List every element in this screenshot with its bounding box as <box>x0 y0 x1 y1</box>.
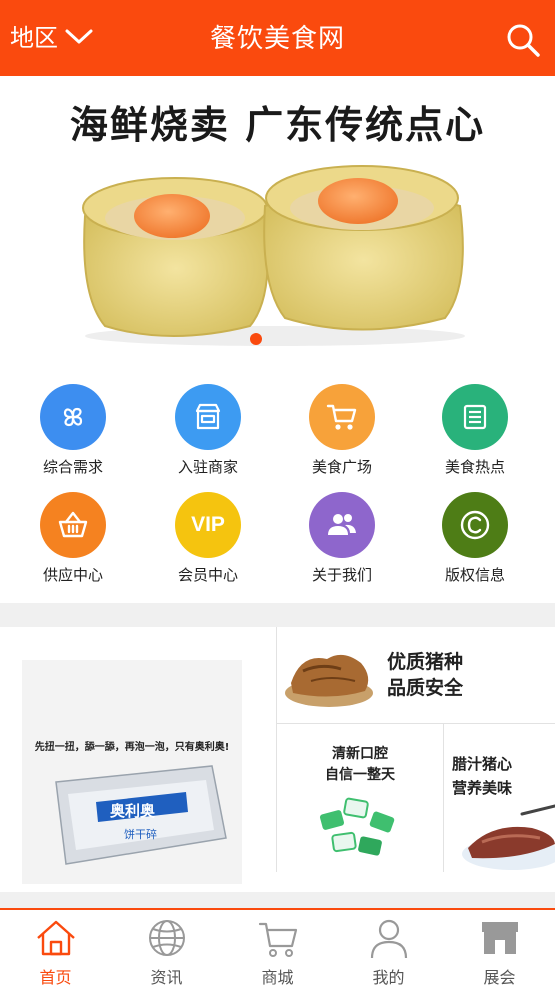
nav-item-news[interactable]: 资讯 <box>111 910 222 992</box>
grid-item-comprehensive-needs[interactable]: 综合需求 <box>4 384 142 494</box>
carousel-indicator-active[interactable] <box>250 333 262 345</box>
nav-item-home[interactable]: 首页 <box>0 910 111 992</box>
app-header: 地区 餐饮美食网 <box>0 0 555 76</box>
section-gap <box>0 892 555 908</box>
promo-mints-card[interactable]: 清新口腔 自信一整天 <box>277 724 443 872</box>
grid-label: 入驻商家 <box>177 458 238 476</box>
grid-label: 美食热点 <box>444 458 505 476</box>
promo-pork-card[interactable]: 优质猪种 品质安全 <box>277 627 555 723</box>
grid-item-about-us[interactable]: 关于我们 <box>273 492 411 602</box>
grid-label: 供应中心 <box>42 566 103 584</box>
banner-carousel[interactable]: 海鲜烧卖 广东传统点心 <box>0 76 555 360</box>
promo-pig-heart-line2: 营养美味 <box>452 779 513 797</box>
shumai-dumplings-image <box>82 165 465 346</box>
copyright-icon <box>442 492 508 558</box>
people-icon <box>309 492 375 558</box>
user-icon <box>370 919 407 959</box>
promo-pork-line2: 品质安全 <box>387 677 464 699</box>
grid-item-food-plaza[interactable]: 美食广场 <box>273 384 411 494</box>
basket-icon <box>40 492 106 558</box>
promo-pork-line1: 优质猪种 <box>387 651 464 673</box>
nav-label: 我的 <box>372 968 405 987</box>
grid-item-member-center[interactable]: VIP 会员中心 <box>139 492 277 602</box>
grid-item-supply-center[interactable]: 供应中心 <box>4 492 142 602</box>
promo-pork-text: 优质猪种 品质安全 <box>387 649 463 701</box>
promo-oreo-caption: 先扭一扭，舔一舔，再泡一泡，只有奥利奥! <box>34 742 230 753</box>
nav-item-mine[interactable]: 我的 <box>333 910 444 992</box>
grid-item-copyright[interactable]: 版权信息 <box>406 492 544 602</box>
promo-pig-heart-text: 腊汁猪心 营养美味 <box>452 752 512 800</box>
grid-item-merchants[interactable]: 入驻商家 <box>139 384 277 494</box>
braised-pork-image <box>285 654 373 707</box>
home-icon <box>36 920 75 956</box>
vip-text: VIP <box>191 513 225 536</box>
promo-mints-line1: 清新口腔 <box>332 746 388 762</box>
nav-label: 资讯 <box>150 968 183 987</box>
flower-grid-icon <box>40 384 106 450</box>
nav-label: 首页 <box>39 968 72 987</box>
nav-item-mall[interactable]: 商城 <box>222 910 333 992</box>
category-grid: 综合需求 入驻商家 美食广场 美食热点 供应中心 VIP 会员中心 关于我们 版… <box>0 360 555 600</box>
search-icon[interactable] <box>505 22 541 58</box>
oreo-sub-text: 饼干碎 <box>124 827 157 841</box>
mint-candies-image <box>319 797 395 856</box>
promo-oreo-card[interactable]: 先扭一扭，舔一舔，再泡一泡，只有奥利奥! 奥利奥 饼干碎 <box>22 660 242 884</box>
document-list-icon <box>442 384 508 450</box>
promo-section: 先扭一扭，舔一舔，再泡一泡，只有奥利奥! 奥利奥 饼干碎 优质猪种 品质安全 清… <box>0 627 555 892</box>
globe-icon <box>148 920 185 956</box>
grid-label: 美食广场 <box>311 458 372 476</box>
oreo-pack-image: 奥利奥 饼干碎 <box>55 765 227 865</box>
vip-badge-icon: VIP <box>175 492 241 558</box>
cart-icon <box>309 384 375 450</box>
promo-mints-line2: 自信一整天 <box>325 767 395 783</box>
promo-pig-heart-card[interactable]: 腊汁猪心 营养美味 <box>444 724 555 872</box>
grid-label: 会员中心 <box>177 566 238 584</box>
shop-icon <box>481 922 518 954</box>
oreo-brand-text: 奥利奥 <box>110 802 156 820</box>
cart-icon <box>258 922 297 957</box>
grid-label: 关于我们 <box>311 566 372 584</box>
sliced-meat-image <box>462 804 555 870</box>
promo-pig-heart-line1: 腊汁猪心 <box>452 755 513 773</box>
bottom-navigation: 首页 资讯 商城 我的 展会 <box>0 908 555 992</box>
app-title: 餐饮美食网 <box>209 24 345 54</box>
promo-mints-text: 清新口腔 自信一整天 <box>277 744 443 786</box>
nav-label: 商城 <box>261 968 294 987</box>
nav-item-exhibitions[interactable]: 展会 <box>444 910 555 992</box>
grid-item-food-hotspots[interactable]: 美食热点 <box>406 384 544 494</box>
banner-caption: 海鲜烧卖 广东传统点心 <box>69 102 486 147</box>
grid-label: 版权信息 <box>444 566 505 584</box>
grid-label: 综合需求 <box>42 458 103 476</box>
storefront-icon <box>175 384 241 450</box>
section-separator <box>0 603 555 627</box>
nav-label: 展会 <box>483 968 516 987</box>
